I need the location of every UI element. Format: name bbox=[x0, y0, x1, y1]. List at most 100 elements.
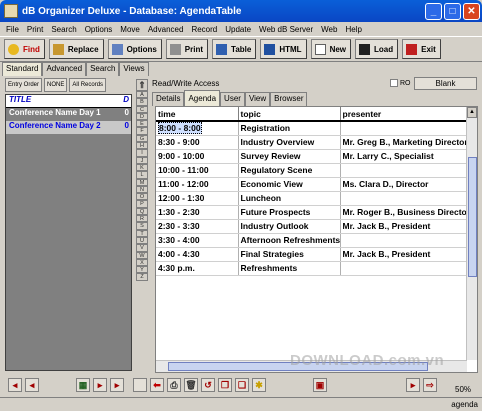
letter-c[interactable]: C bbox=[136, 105, 148, 113]
cell-time[interactable]: 3:30 - 4:00 bbox=[156, 233, 239, 248]
letter-z[interactable]: Z bbox=[136, 273, 148, 281]
menu-advanced[interactable]: Advanced bbox=[148, 25, 184, 34]
cell-topic[interactable]: Industry Overview bbox=[238, 135, 341, 150]
letter-e[interactable]: E bbox=[136, 120, 148, 128]
maximize-button[interactable]: □ bbox=[444, 2, 461, 20]
color-grid-icon[interactable]: ▦ bbox=[76, 378, 90, 392]
menu-print[interactable]: Print bbox=[27, 25, 43, 34]
letter-s[interactable]: S bbox=[136, 222, 148, 230]
cell-time[interactable]: 11:00 - 12:00 bbox=[156, 177, 239, 192]
cell-presenter[interactable]: Mr. Jack B., President bbox=[340, 219, 468, 234]
image-icon[interactable]: ▣ bbox=[313, 378, 327, 392]
print-button[interactable]: Print bbox=[165, 39, 209, 59]
exit-button[interactable]: Exit bbox=[402, 39, 441, 59]
cell-presenter[interactable] bbox=[340, 191, 468, 206]
letter-o[interactable]: O bbox=[136, 193, 148, 201]
cell-presenter[interactable]: Mr. Larry C., Specialist bbox=[340, 149, 468, 164]
bulb-icon[interactable]: ✱ bbox=[252, 378, 266, 392]
tab-search[interactable]: Search bbox=[86, 62, 120, 76]
scroll-up-icon[interactable]: ▲ bbox=[467, 107, 477, 118]
cell-time[interactable]: 8:30 - 9:00 bbox=[156, 135, 239, 150]
cell-presenter[interactable]: Mr. Greg B., Marketing Director bbox=[340, 135, 468, 150]
filter-none-button[interactable]: NONE bbox=[44, 78, 68, 92]
all-records-button[interactable]: All Records bbox=[69, 78, 107, 92]
export-icon[interactable]: ⇨ bbox=[423, 378, 437, 392]
letter-p[interactable]: P bbox=[136, 200, 148, 208]
letter-b[interactable]: B bbox=[136, 98, 148, 106]
cell-time[interactable]: 10:00 - 11:00 bbox=[156, 163, 239, 178]
table-row[interactable]: 8:00 - 8:00 Registration bbox=[156, 121, 468, 136]
record-list[interactable]: TITLE D Conference Name Day 10 Conference… bbox=[5, 94, 132, 371]
table-row[interactable]: 8:30 - 9:00 Industry Overview Mr. Greg B.,… bbox=[156, 135, 468, 150]
menu-record[interactable]: Record bbox=[191, 25, 217, 34]
blank-button[interactable]: Blank bbox=[414, 77, 477, 90]
letter-q[interactable]: Q bbox=[136, 207, 148, 216]
tab-view[interactable]: View bbox=[244, 92, 271, 106]
cell-topic[interactable]: Final Strategies bbox=[238, 247, 341, 262]
back-arrow-icon[interactable]: ⬅ bbox=[150, 378, 164, 392]
cell-time[interactable]: 9:00 - 10:00 bbox=[156, 149, 239, 164]
menu-search[interactable]: Search bbox=[51, 25, 76, 34]
cell-presenter[interactable] bbox=[340, 261, 468, 276]
cell-presenter[interactable] bbox=[340, 121, 468, 136]
tab-details[interactable]: Details bbox=[152, 92, 185, 106]
column-header-presenter[interactable]: presenter bbox=[340, 107, 468, 122]
load-button[interactable]: Load bbox=[355, 39, 399, 59]
paste-icon[interactable]: ❏ bbox=[235, 378, 249, 392]
list-item[interactable]: Conference Name Day 10 bbox=[6, 108, 131, 121]
html-button[interactable]: HTML bbox=[260, 39, 307, 59]
replace-button[interactable]: Replace bbox=[48, 39, 104, 59]
letter-f[interactable]: F bbox=[136, 127, 148, 135]
minimize-button[interactable]: _ bbox=[425, 2, 442, 20]
all-letters-button[interactable]: ⇑ bbox=[136, 79, 148, 91]
tab-views[interactable]: Views bbox=[119, 62, 149, 76]
cell-topic[interactable]: Registration bbox=[238, 121, 341, 136]
table-row[interactable]: 10:00 - 11:00 Regulatory Scene bbox=[156, 163, 468, 178]
tab-agenda[interactable]: Agenda bbox=[184, 90, 221, 106]
sort-entry-order-button[interactable]: Entry Order bbox=[5, 78, 43, 92]
letter-v[interactable]: V bbox=[136, 244, 148, 252]
table-row[interactable]: 9:00 - 10:00 Survey Review Mr. Larry C., S… bbox=[156, 149, 468, 164]
letter-u[interactable]: U bbox=[136, 236, 148, 245]
letter-y[interactable]: Y bbox=[136, 266, 148, 274]
letter-h[interactable]: H bbox=[136, 142, 148, 150]
cell-topic[interactable]: Refreshments bbox=[238, 261, 341, 276]
tab-user[interactable]: User bbox=[220, 92, 245, 106]
close-button[interactable]: ✕ bbox=[463, 2, 480, 20]
letter-r[interactable]: R bbox=[136, 215, 148, 223]
tab-advanced[interactable]: Advanced bbox=[42, 62, 87, 76]
table-row[interactable]: 2:30 - 3:30 Industry Outlook Mr. Jack B., … bbox=[156, 219, 468, 234]
copy-icon[interactable]: ❐ bbox=[218, 378, 232, 392]
cell-topic[interactable]: Survey Review bbox=[238, 149, 341, 164]
column-header-time[interactable]: time bbox=[156, 107, 239, 122]
cell-time[interactable]: 2:30 - 3:30 bbox=[156, 219, 239, 234]
options-button[interactable]: Options bbox=[107, 39, 162, 59]
column-header-topic[interactable]: topic bbox=[238, 107, 341, 122]
prev-page-icon[interactable]: ◂ bbox=[25, 378, 39, 392]
cell-presenter[interactable]: Mr. Jack B., President bbox=[340, 247, 468, 262]
cell-topic[interactable]: Afternoon Refreshments bbox=[238, 233, 341, 248]
table-row[interactable]: 1:30 - 2:30 Future Prospects Mr. Roger B.,… bbox=[156, 205, 468, 220]
cell-presenter[interactable]: Ms. Clara D., Director bbox=[340, 177, 468, 192]
menu-file[interactable]: File bbox=[6, 25, 19, 34]
table-row[interactable]: 4:00 - 4:30 Final Strategies Mr. Jack B., … bbox=[156, 247, 468, 262]
prev-record-icon[interactable]: ◂ bbox=[8, 378, 22, 392]
cell-topic[interactable]: Industry Outlook bbox=[238, 219, 341, 234]
cell-time[interactable]: 4:30 p.m. bbox=[156, 261, 239, 276]
table-row[interactable]: 3:30 - 4:00 Afternoon Refreshments bbox=[156, 233, 468, 248]
cell-time[interactable]: 1:30 - 2:30 bbox=[156, 205, 239, 220]
new-button[interactable]: New bbox=[310, 39, 352, 59]
letter-w[interactable]: W bbox=[136, 251, 148, 259]
letter-j[interactable]: J bbox=[136, 156, 148, 164]
table-button[interactable]: Table bbox=[212, 39, 257, 59]
trash-icon[interactable]: 🗑 bbox=[184, 378, 198, 392]
tab-browser[interactable]: Browser bbox=[270, 92, 308, 106]
table-row[interactable]: 11:00 - 12:00 Economic View Ms. Clara D., … bbox=[156, 177, 468, 192]
menu-options[interactable]: Options bbox=[85, 25, 113, 34]
letter-i[interactable]: I bbox=[136, 149, 148, 157]
cell-topic[interactable]: Regulatory Scene bbox=[238, 163, 341, 178]
tab-standard[interactable]: Standard bbox=[2, 62, 43, 76]
ro-checkbox[interactable]: RO bbox=[390, 79, 411, 87]
cell-topic[interactable]: Economic View bbox=[238, 177, 341, 192]
scroll-thumb[interactable] bbox=[468, 157, 477, 277]
